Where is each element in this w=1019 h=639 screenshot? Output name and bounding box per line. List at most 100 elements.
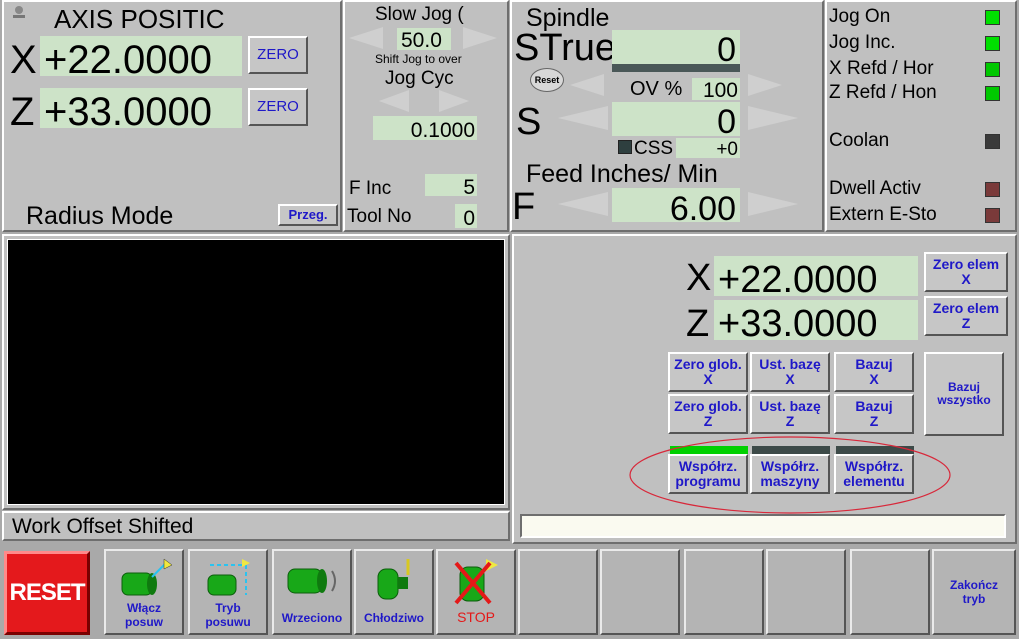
spindle-panel: Spindle STrue 0 Reset OV % 100 S 0 CSS +…	[510, 0, 824, 232]
tool-no-value: 0	[455, 204, 477, 228]
zero-elem-z-button[interactable]: Zero elem Z	[924, 296, 1008, 336]
s-value: 0	[612, 102, 740, 136]
reset-ov-button[interactable]: Reset	[530, 68, 564, 92]
status-row: Jog Inc.	[827, 32, 1015, 56]
jog-cyc-value: 0.1000	[373, 116, 477, 140]
ust-baze-x-line1: Ust. bazę	[759, 356, 821, 373]
status-led-icon	[985, 62, 1000, 77]
bazuj-z-button[interactable]: Bazuj Z	[834, 394, 914, 434]
status-led-icon	[985, 208, 1000, 223]
empty-button-3[interactable]	[684, 549, 764, 635]
empty-button-2[interactable]	[600, 549, 680, 635]
tryb-line2: posuwu	[205, 615, 251, 629]
zero-x-button[interactable]: ZERO	[248, 36, 308, 74]
wlacz-line1: Włącz	[126, 601, 161, 615]
shift-jog-hint: Shift Jog to over	[375, 52, 462, 66]
status-led-icon	[985, 134, 1000, 149]
f-right-arrow[interactable]	[748, 192, 798, 216]
chlodziwo-button[interactable]: Chłodziwo	[354, 549, 434, 635]
chlodziwo-label: Chłodziwo	[364, 611, 424, 625]
empty-button-1[interactable]	[518, 549, 598, 635]
css-label: CSS	[634, 138, 674, 159]
coordinate-panel: X +22.0000 Zero elem X Z +33.0000 Zero e…	[512, 234, 1017, 544]
bazuj-z-line2: Z	[869, 413, 879, 429]
jog-cyc-right-arrow[interactable]	[439, 90, 469, 112]
message-line	[520, 514, 1006, 538]
reset-label: RESET	[9, 579, 85, 606]
work-offset-label: Work Offset Shifted	[12, 515, 194, 538]
stop-label: STOP	[457, 609, 495, 625]
status-row: Jog On	[827, 6, 1015, 30]
z-position-readout: +33.0000	[40, 88, 242, 128]
feed-on-icon	[121, 558, 173, 596]
s-right-arrow[interactable]	[748, 106, 798, 130]
css-value: +0	[676, 138, 740, 158]
zero-z-button[interactable]: ZERO	[248, 88, 308, 126]
slow-jog-label: Slow Jog (	[375, 4, 464, 25]
zero-elem-x-line2: X	[961, 271, 971, 287]
status-row: Dwell Activ	[827, 178, 1015, 202]
coolant-icon	[377, 559, 410, 600]
zakoncz-line2: tryb	[962, 592, 986, 606]
ust-baze-z-line2: Z	[785, 413, 795, 429]
status-row: Extern E-Sto	[827, 204, 1015, 228]
zero-z-label: ZERO	[257, 98, 299, 116]
x-axis-label: X	[10, 40, 37, 80]
jog-cyc-left-arrow[interactable]	[379, 90, 409, 112]
strue-label: STrue	[514, 27, 612, 69]
bazuj-x-line2: X	[869, 371, 879, 387]
przeg-label: Przeg.	[288, 207, 328, 223]
ov-right-arrow[interactable]	[748, 74, 782, 96]
zero-glob-x-button[interactable]: Zero glob. X	[668, 352, 748, 392]
ust-baze-x-button[interactable]: Ust. bazę X	[750, 352, 830, 392]
stop-button[interactable]: STOP	[436, 549, 516, 635]
przeg-button[interactable]: Przeg.	[278, 204, 338, 226]
small-logo-icon	[10, 4, 28, 20]
bazuj-all-button[interactable]: Bazuj wszystko	[924, 352, 1004, 436]
coord-x-label: X	[686, 257, 712, 299]
f-left-arrow[interactable]	[558, 192, 608, 216]
zakoncz-tryb-button[interactable]: Zakończ tryb	[932, 549, 1016, 635]
empty-button-5[interactable]	[850, 549, 930, 635]
s-left-arrow[interactable]	[558, 106, 608, 130]
slow-jog-left-arrow[interactable]	[349, 27, 383, 49]
zero-glob-z-line1: Zero glob.	[674, 398, 742, 415]
coord-z-label: Z	[686, 303, 710, 345]
stop-icon	[454, 559, 498, 605]
f-value: 6.00	[612, 188, 740, 222]
ov-left-arrow[interactable]	[570, 74, 604, 96]
z-axis-label: Z	[10, 92, 35, 132]
toolpath-frame	[2, 234, 510, 510]
wrzeciono-label: Wrzeciono	[281, 611, 343, 625]
ov-label: OV %	[630, 78, 683, 100]
status-row: Coolan	[827, 130, 1015, 154]
toolpath-display[interactable]	[7, 239, 505, 505]
tryb-posuwu-button[interactable]: Tryb posuwu	[188, 549, 268, 635]
status-label: Dwell Activ	[829, 178, 921, 199]
status-panel: Jog On Jog Inc. X Refd / Hor Z Refd / Hon Co…	[825, 0, 1017, 232]
wlacz-posuw-button[interactable]: Włącz posuw	[104, 549, 184, 635]
feed-label: Feed Inches/ Min	[526, 160, 718, 188]
bazuj-x-button[interactable]: Bazuj X	[834, 352, 914, 392]
empty-button-4[interactable]	[766, 549, 846, 635]
zero-glob-x-line2: X	[703, 371, 713, 387]
f-label: F	[512, 186, 536, 228]
ust-baze-x-line2: X	[785, 371, 795, 387]
status-led-icon	[985, 10, 1000, 25]
bazuj-z-line1: Bazuj	[855, 398, 893, 415]
status-led-icon	[985, 182, 1000, 197]
f-inc-label: F Inc	[349, 178, 392, 199]
wrzeciono-button[interactable]: Wrzeciono	[272, 549, 352, 635]
slow-jog-value: 50.0	[397, 28, 451, 50]
zero-elem-x-button[interactable]: Zero elem X	[924, 252, 1008, 292]
css-toggle-icon[interactable]	[618, 140, 632, 154]
ust-baze-z-button[interactable]: Ust. bazę Z	[750, 394, 830, 434]
strue-value: 0	[612, 30, 740, 64]
zero-elem-x-line1: Zero elem	[932, 256, 1000, 273]
reset-button[interactable]: RESET	[4, 551, 90, 635]
radius-mode-label: Radius Mode	[26, 202, 174, 230]
zero-glob-z-button[interactable]: Zero glob. Z	[668, 394, 748, 434]
highlight-ellipse	[629, 436, 951, 514]
s-label: S	[516, 101, 542, 143]
slow-jog-right-arrow[interactable]	[463, 27, 497, 49]
